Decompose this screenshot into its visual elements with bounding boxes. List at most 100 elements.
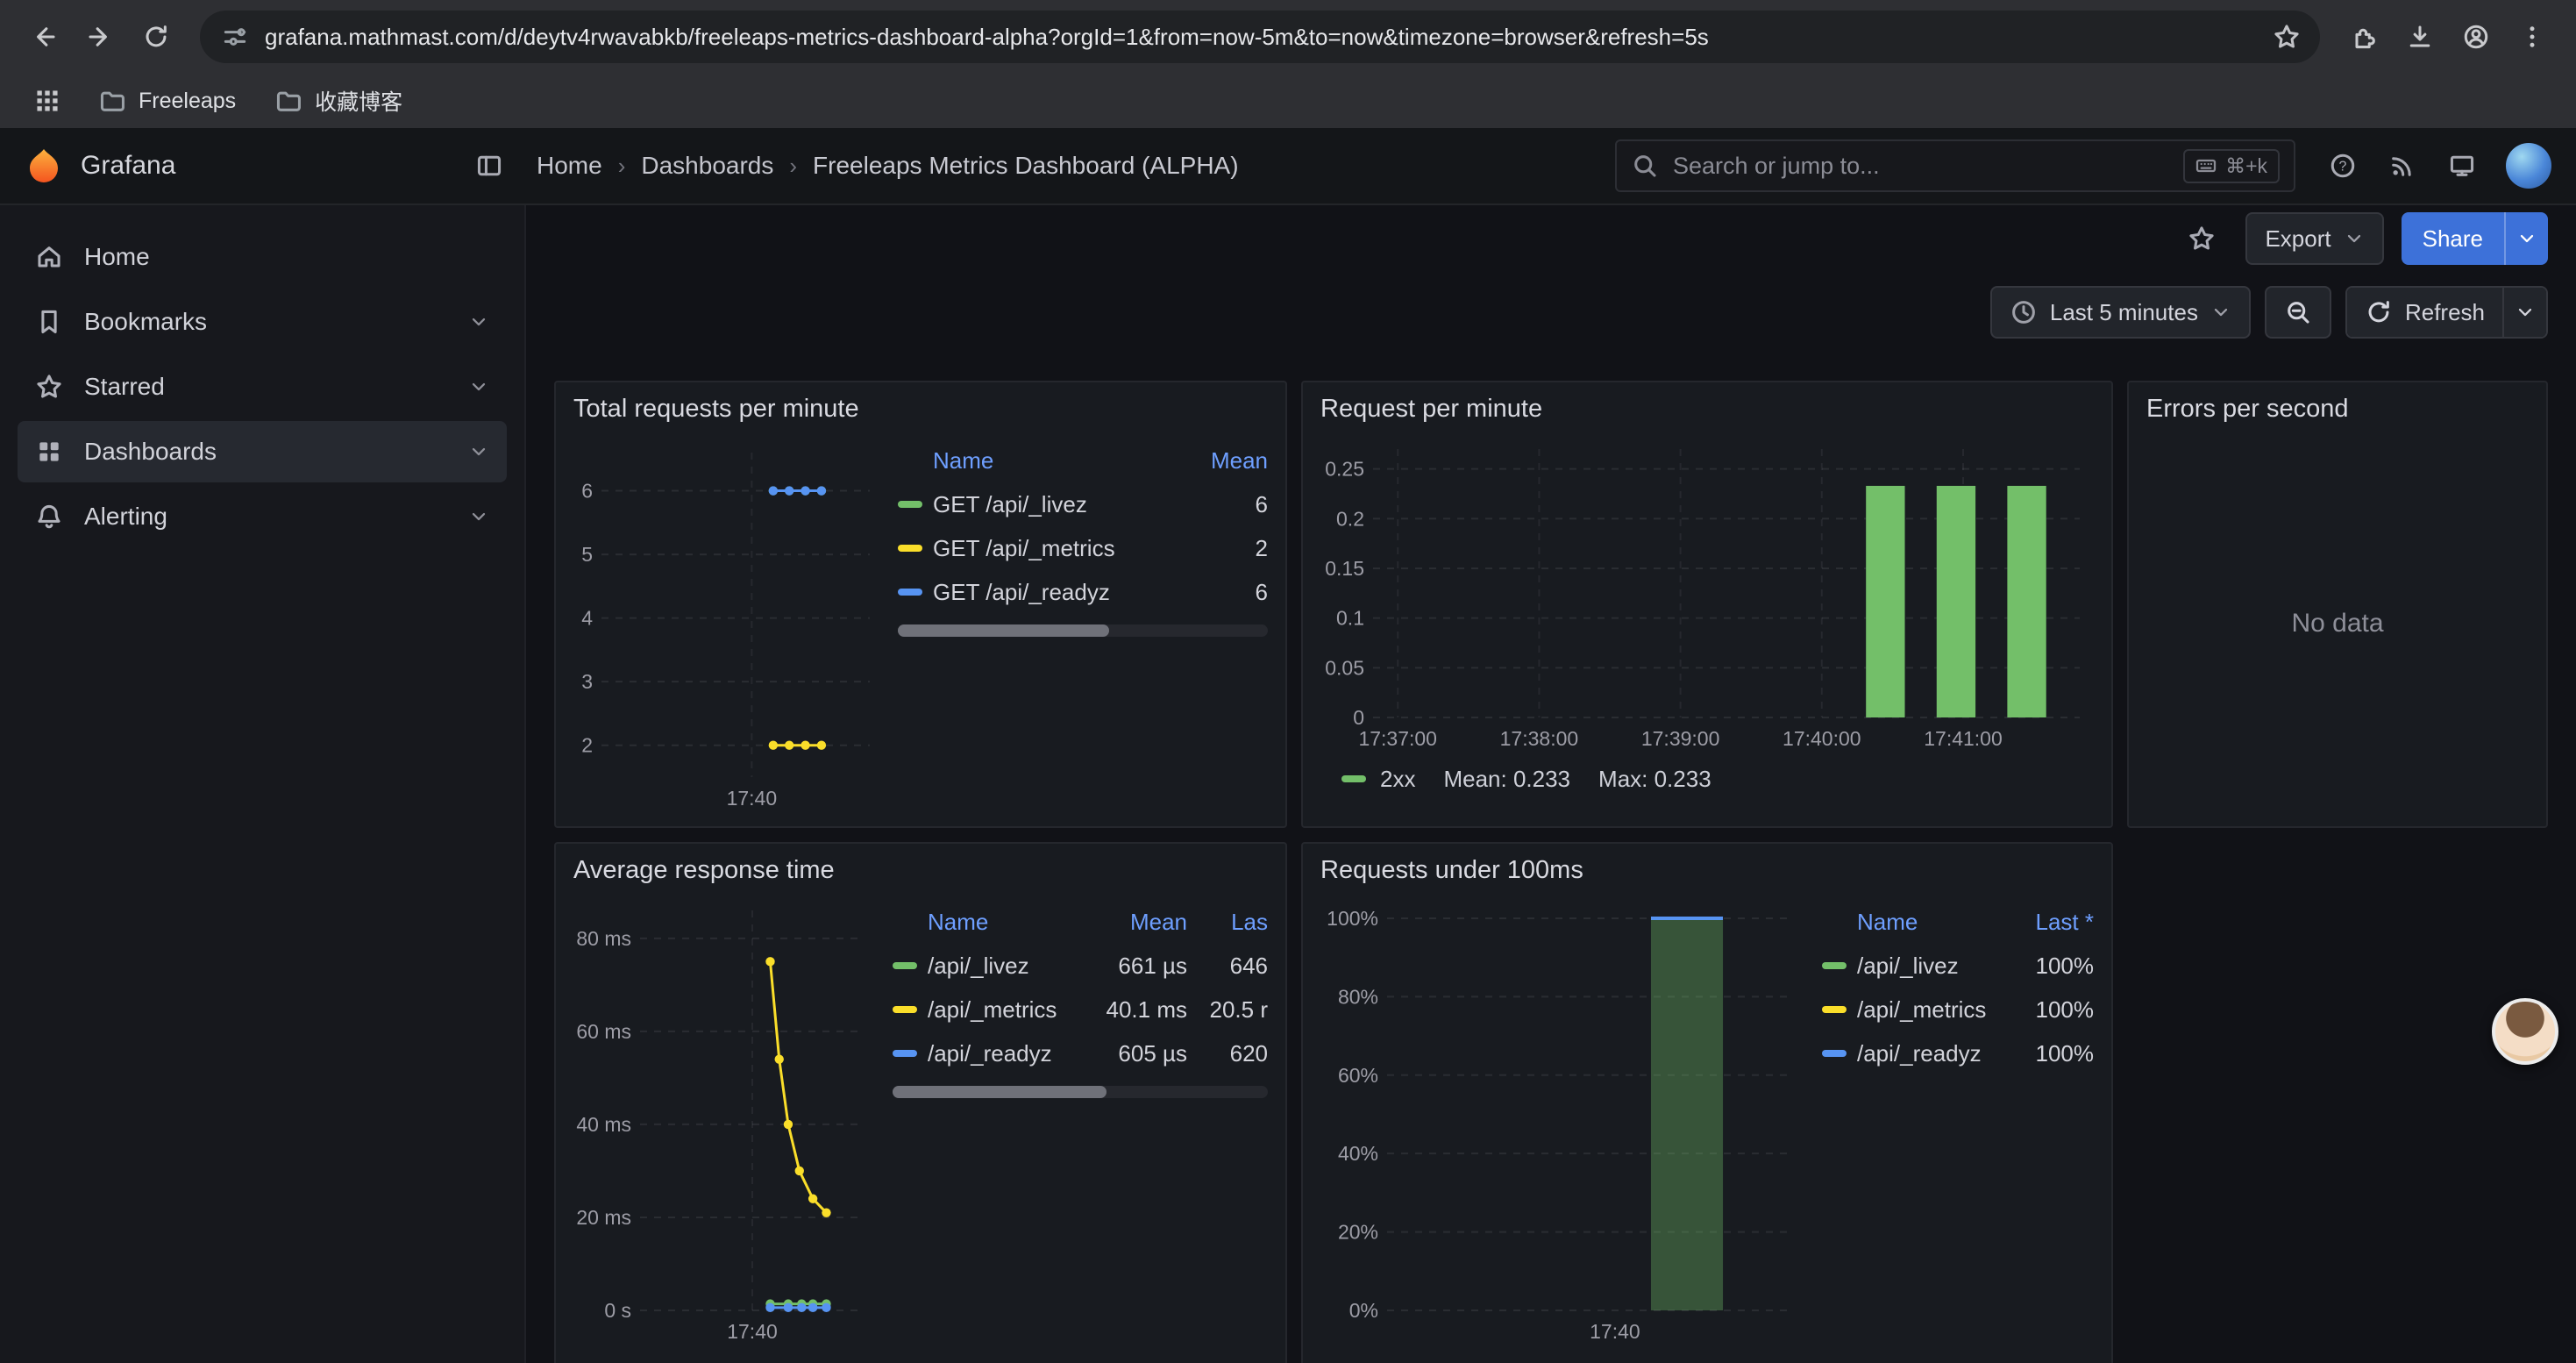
back-arrow-icon [30, 23, 58, 51]
average-response-time-chart[interactable]: 0 s20 ms40 ms60 ms80 ms17:40 [573, 896, 875, 1349]
help-icon: ? [2329, 152, 2357, 180]
legend-series-name: 2xx [1380, 766, 1415, 793]
svg-text:60 ms: 60 ms [576, 1020, 631, 1043]
panel-title[interactable]: Errors per second [2129, 382, 2546, 435]
news-button[interactable] [2376, 139, 2429, 192]
legend-column-header[interactable]: Last * [2003, 909, 2094, 936]
refresh-interval-caret[interactable] [2502, 288, 2546, 337]
bookmark-item-freeleaps[interactable]: Freeleaps [84, 80, 250, 122]
legend-row[interactable]: /api/_metrics40.1 ms20.5 r [893, 988, 1268, 1031]
app-body: Home Bookmarks Starred Dashboards Alerti… [0, 205, 2576, 1363]
panel-title[interactable]: Average response time [556, 844, 1285, 896]
svg-text:?: ? [2339, 160, 2347, 175]
legend-row[interactable]: GET /api/_metrics2 [898, 526, 1268, 570]
legend-max-stat: Max: 0.233 [1598, 766, 1711, 793]
sidebar-item-alerting[interactable]: Alerting [18, 486, 507, 547]
panel-title[interactable]: Total requests per minute [556, 382, 1285, 435]
user-avatar[interactable] [2506, 143, 2551, 189]
breadcrumb-dashboards[interactable]: Dashboards [641, 152, 773, 180]
chart-svg: 0%20%40%60%80%100%17:40 [1320, 896, 1804, 1349]
series-color-swatch [898, 545, 922, 552]
svg-text:0.2: 0.2 [1336, 507, 1364, 530]
legend-header: Name Mean [898, 439, 1268, 482]
legend-column-header[interactable]: Mean [1089, 909, 1187, 936]
request-per-minute-chart[interactable]: 00.050.10.150.20.2517:37:0017:38:0017:39… [1320, 435, 2094, 756]
chevron-down-icon[interactable] [468, 506, 489, 527]
legend-row[interactable]: GET /api/_readyz 6 [898, 570, 1268, 614]
panel-title[interactable]: Requests under 100ms [1303, 844, 2111, 896]
dashboard-grid: Total requests per minute 2345617:40 Nam… [526, 353, 2576, 1363]
legend-header: Name Last * [1822, 900, 2094, 944]
chevron-down-icon[interactable] [468, 441, 489, 462]
svg-text:17:41:00: 17:41:00 [1924, 727, 2003, 750]
sidebar-item-dashboards[interactable]: Dashboards [18, 421, 507, 482]
legend-column-header[interactable]: Mean [1184, 447, 1268, 475]
site-settings-icon[interactable] [221, 23, 249, 51]
refresh-button[interactable]: Refresh [2347, 288, 2502, 337]
url-bar[interactable]: grafana.mathmast.com/d/deytv4rwavabkb/fr… [200, 11, 2320, 63]
legend-row[interactable]: /api/_metrics100% [1822, 988, 2094, 1031]
chart-svg: 2345617:40 [573, 435, 880, 816]
time-controls-bar: Last 5 minutes Refresh [526, 272, 2576, 353]
legend-column-header[interactable]: Name [928, 909, 1078, 936]
grafana-logo-icon[interactable] [25, 146, 63, 185]
floating-assistant-avatar[interactable] [2492, 998, 2558, 1065]
legend-value: 6 [1184, 579, 1268, 606]
legend-row[interactable]: /api/_readyz605 µs620 [893, 1031, 1268, 1075]
toggle-sidebar-button[interactable] [463, 139, 516, 192]
downloads-button[interactable] [2394, 11, 2446, 63]
legend-row[interactable]: GET /api/_livez6 [898, 482, 1268, 526]
svg-text:17:40: 17:40 [1590, 1320, 1640, 1343]
legend-row[interactable]: /api/_livez661 µs646 [893, 944, 1268, 988]
legend-row[interactable]: /api/_livez100% [1822, 944, 2094, 988]
panel-title[interactable]: Request per minute [1303, 382, 2111, 435]
sidebar-item-label: Alerting [84, 503, 167, 531]
folder-icon [274, 87, 302, 115]
legend-scrollbar[interactable] [893, 1086, 1268, 1098]
reload-button[interactable] [130, 11, 182, 63]
legend-value: 661 µs [1089, 953, 1187, 980]
svg-text:2: 2 [581, 734, 593, 757]
forward-button[interactable] [74, 11, 126, 63]
help-button[interactable]: ? [2316, 139, 2369, 192]
search-input[interactable]: Search or jump to... ⌘+k [1615, 139, 2295, 192]
extensions-button[interactable] [2338, 11, 2390, 63]
legend-series-name: GET /api/_readyz [933, 579, 1173, 606]
bookmark-star-button[interactable] [2264, 14, 2309, 60]
legend-value: 100% [2003, 1040, 2094, 1067]
bookmark-item-blog[interactable]: 收藏博客 [260, 80, 416, 122]
chevron-down-icon[interactable] [468, 376, 489, 397]
legend-column-header[interactable]: Name [933, 447, 1173, 475]
display-button[interactable] [2436, 139, 2488, 192]
legend-row[interactable]: /api/_readyz100% [1822, 1031, 2094, 1075]
requests-under-100ms-chart[interactable]: 0%20%40%60%80%100%17:40 [1320, 896, 1804, 1349]
sidebar-item-bookmarks[interactable]: Bookmarks [18, 291, 507, 353]
sidebar-item-home[interactable]: Home [18, 226, 507, 288]
breadcrumb-home[interactable]: Home [537, 152, 602, 180]
legend-series-name: /api/_livez [928, 953, 1078, 980]
legend-column-header[interactable]: Las [1198, 909, 1268, 936]
legend-scrollbar[interactable] [898, 624, 1268, 637]
back-button[interactable] [18, 11, 70, 63]
legend-series-name: /api/_metrics [1857, 996, 1992, 1024]
panel-legend-line[interactable]: 2xx Mean: 0.233 Max: 0.233 [1320, 756, 2094, 802]
sidebar-item-starred[interactable]: Starred [18, 356, 507, 417]
favorite-dashboard-button[interactable] [2175, 212, 2228, 265]
sidebar-item-label: Starred [84, 373, 165, 401]
browser-menu-button[interactable] [2506, 11, 2558, 63]
export-button[interactable]: Export [2245, 212, 2383, 265]
apps-shortcut-button[interactable] [21, 75, 74, 127]
total-requests-chart[interactable]: 2345617:40 [573, 435, 880, 816]
svg-text:40 ms: 40 ms [576, 1113, 631, 1136]
share-menu-caret[interactable] [2504, 212, 2548, 265]
legend-column-header[interactable]: Name [1857, 909, 1992, 936]
profile-button[interactable] [2450, 11, 2502, 63]
time-range-picker[interactable]: Last 5 minutes [1990, 286, 2251, 339]
share-button[interactable]: Share [2402, 212, 2548, 265]
svg-text:20%: 20% [1338, 1221, 1378, 1244]
zoom-out-time-button[interactable] [2265, 286, 2331, 339]
legend-value: 620 [1198, 1040, 1268, 1067]
series-color-swatch [1822, 1006, 1847, 1013]
chevron-down-icon[interactable] [468, 311, 489, 332]
svg-text:5: 5 [581, 543, 593, 566]
